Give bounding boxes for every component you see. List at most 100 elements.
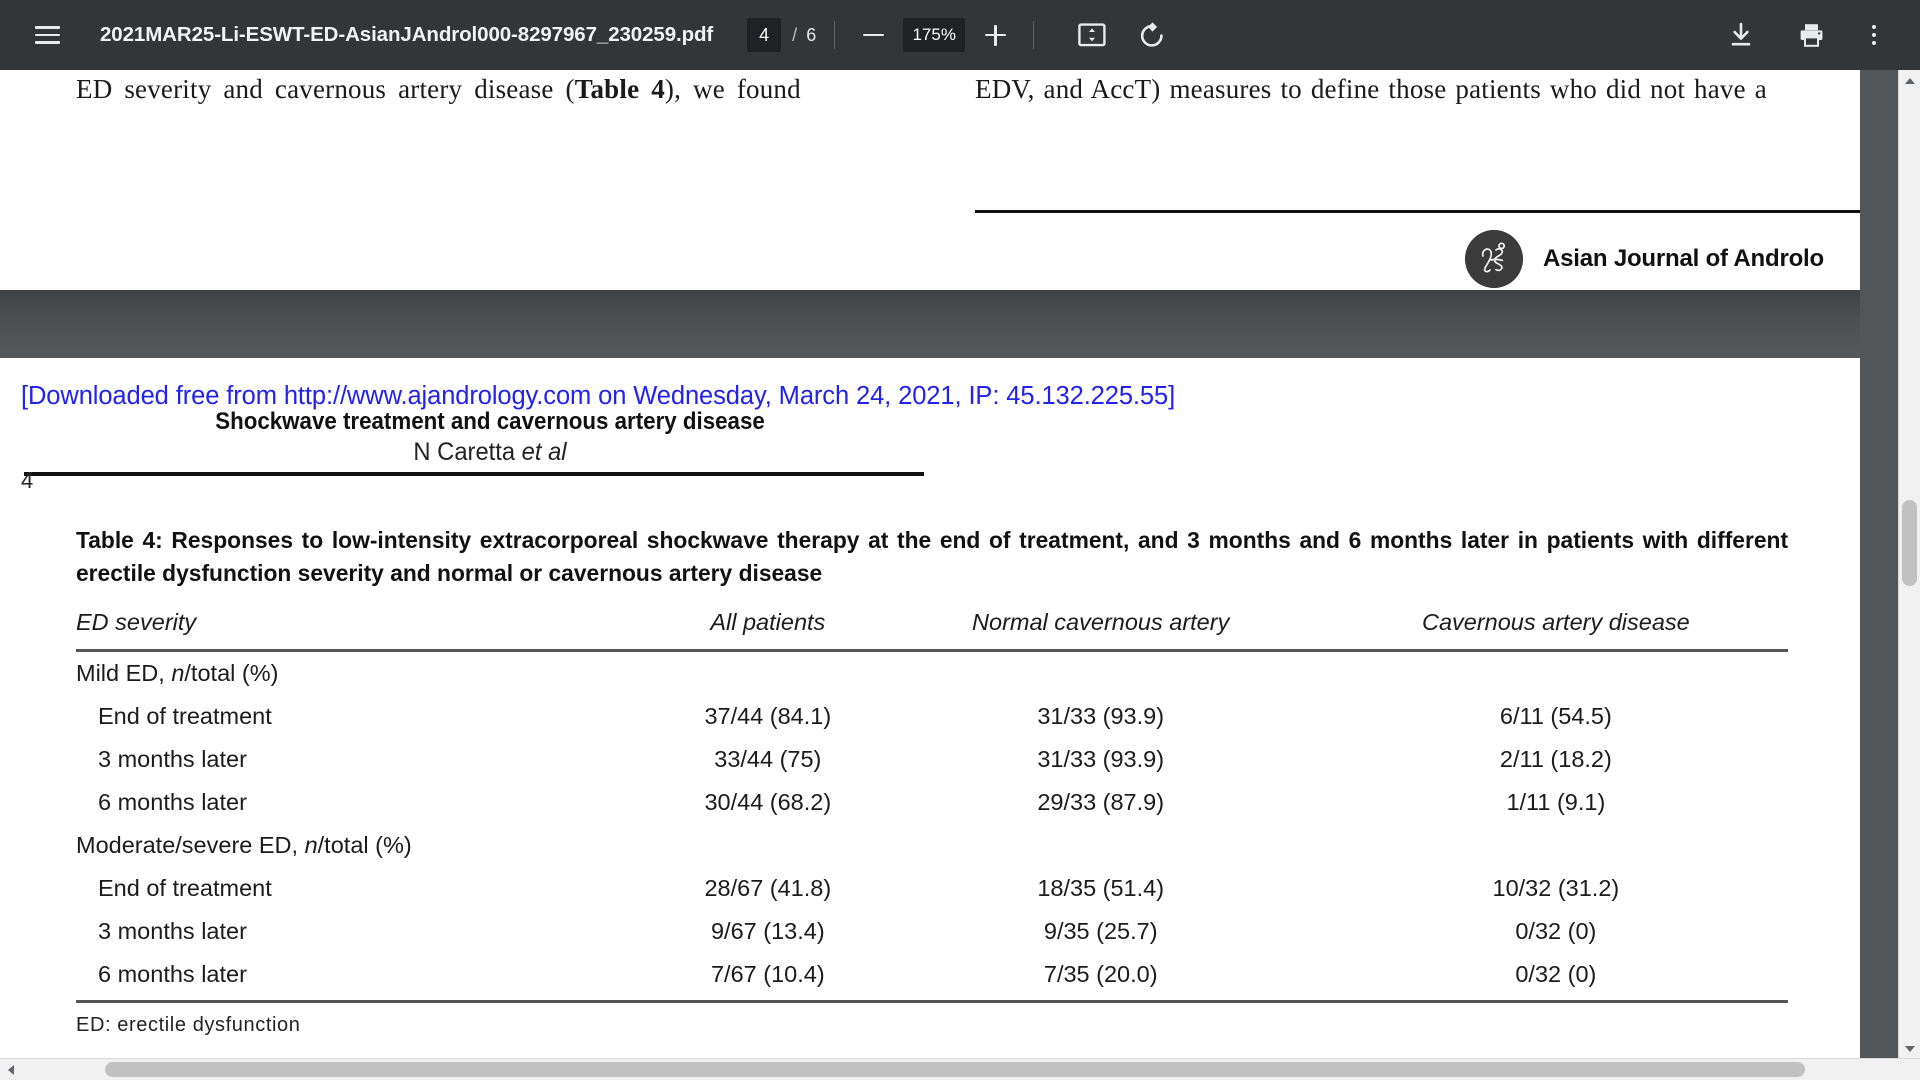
table-cell-value: 31/33 (93.9) xyxy=(878,695,1324,738)
document-title: 2021MAR25-Li-ESWT-ED-AsianJAndrol000-829… xyxy=(100,23,713,47)
pdf-page-3: ED severity and cavernous artery disease… xyxy=(0,70,1860,290)
row-label: Mild ED, n/total (%) xyxy=(76,651,658,696)
hamburger-bars xyxy=(35,21,60,49)
running-head-rule xyxy=(24,472,924,476)
page-number-input[interactable] xyxy=(747,18,781,52)
table-cell-value xyxy=(1324,651,1788,696)
scroll-down-arrow-icon[interactable] xyxy=(1899,1038,1920,1060)
table-cell-value: 9/67 (13.4) xyxy=(658,910,878,953)
download-icon xyxy=(1728,22,1754,48)
table-block: Table 4: Responses to low-intensity extr… xyxy=(76,524,1788,1037)
table-row: 3 months later9/67 (13.4)9/35 (25.7)0/32… xyxy=(76,910,1788,953)
zoom-controls xyxy=(853,15,1015,55)
row-label: 3 months later xyxy=(76,738,658,781)
pdf-viewer-toolbar: 2021MAR25-Li-ESWT-ED-AsianJAndrol000-829… xyxy=(0,0,1920,70)
print-icon xyxy=(1798,22,1825,48)
table-row: 6 months later7/67 (10.4)7/35 (20.0)0/32… xyxy=(76,953,1788,1002)
table-cell-value: 2/11 (18.2) xyxy=(1324,738,1788,781)
column-header-all-patients: All patients xyxy=(658,604,878,651)
table-cell-value: 10/32 (31.2) xyxy=(1324,867,1788,910)
results-table: ED severity All patients Normal cavernou… xyxy=(76,604,1788,1003)
table-header-row: ED severity All patients Normal cavernou… xyxy=(76,604,1788,651)
table-caption: Table 4: Responses to low-intensity extr… xyxy=(76,524,1788,590)
table-row: Mild ED, n/total (%) xyxy=(76,651,1788,696)
table-cell-value: 1/11 (9.1) xyxy=(1324,781,1788,824)
table-cell-value: 7/35 (20.0) xyxy=(878,953,1324,1002)
zoom-in-button[interactable] xyxy=(975,15,1015,55)
table-cell-value: 31/33 (93.9) xyxy=(878,738,1324,781)
zoom-out-button[interactable] xyxy=(853,15,893,55)
body-text-left-column: ED severity and cavernous artery disease… xyxy=(76,74,936,105)
toolbar-right-actions xyxy=(1718,12,1894,58)
row-label: End of treatment xyxy=(76,695,658,738)
table-cell-value: 7/67 (10.4) xyxy=(658,953,878,1002)
table-cell-value: 30/44 (68.2) xyxy=(658,781,878,824)
table-cell-value: 33/44 (75) xyxy=(658,738,878,781)
plus-icon xyxy=(985,25,1006,46)
table-cell-value: 37/44 (84.1) xyxy=(658,695,878,738)
column-header-cavernous-artery-disease: Cavernous artery disease xyxy=(1324,604,1788,651)
table-cell-value xyxy=(658,824,878,867)
horizontal-scrollbar[interactable] xyxy=(0,1058,1920,1080)
table-body: Mild ED, n/total (%)End of treatment37/4… xyxy=(76,651,1788,1002)
table-cell-value: 9/35 (25.7) xyxy=(878,910,1324,953)
author-name: N Caretta xyxy=(413,438,521,466)
hamburger-menu-icon[interactable] xyxy=(24,12,70,58)
horizontal-scroll-thumb[interactable] xyxy=(105,1062,1805,1077)
rotate-counterclockwise-icon xyxy=(1138,21,1166,49)
table-row: Moderate/severe ED, n/total (%) xyxy=(76,824,1788,867)
toolbar-divider-2 xyxy=(1033,21,1034,49)
vertical-scroll-thumb[interactable] xyxy=(1902,500,1917,586)
table-header: ED severity All patients Normal cavernou… xyxy=(76,604,1788,651)
column-header-ed-severity: ED severity xyxy=(76,604,658,651)
table-cell-value: 0/32 (0) xyxy=(1324,910,1788,953)
table-cell-value xyxy=(658,651,878,696)
table-row: 3 months later33/44 (75)31/33 (93.9)2/11… xyxy=(76,738,1788,781)
table-cell-value: 0/32 (0) xyxy=(1324,953,1788,1002)
fit-to-page-button[interactable] xyxy=(1070,13,1114,57)
italic-n: n xyxy=(305,832,318,858)
download-button[interactable] xyxy=(1718,12,1764,58)
table-cell-value: 18/35 (51.4) xyxy=(878,867,1324,910)
kebab-menu-icon xyxy=(1872,21,1877,48)
author-etal: et al xyxy=(522,438,567,466)
toolbar-divider-1 xyxy=(834,21,835,49)
row-label: Moderate/severe ED, n/total (%) xyxy=(76,824,658,867)
rotate-button[interactable] xyxy=(1130,13,1174,57)
body-text-right-column: EDV, and AccT) measures to define those … xyxy=(975,74,1855,105)
print-button[interactable] xyxy=(1788,12,1834,58)
table-row: 6 months later30/44 (68.2)29/33 (87.9)1/… xyxy=(76,781,1788,824)
italic-n: n xyxy=(171,660,184,686)
pdf-scroll-area[interactable]: ED severity and cavernous artery disease… xyxy=(0,70,1920,1080)
table-cell-value xyxy=(878,651,1324,696)
table-cell-value xyxy=(878,824,1324,867)
running-head-authors: N Caretta et al xyxy=(55,438,925,467)
vertical-scrollbar[interactable] xyxy=(1898,70,1920,1060)
more-options-button[interactable] xyxy=(1854,12,1894,58)
row-label: 3 months later xyxy=(76,910,658,953)
running-head-title: Shockwave treatment and cavernous artery… xyxy=(64,408,916,436)
table-footnote: ED: erectile dysfunction xyxy=(76,1014,1788,1037)
scroll-up-arrow-icon[interactable] xyxy=(1899,70,1920,92)
scroll-left-arrow-icon[interactable] xyxy=(0,1059,22,1081)
page-separator-gap xyxy=(0,290,1860,358)
page-indicator: / 6 xyxy=(747,18,816,52)
table-cell-value: 28/67 (41.8) xyxy=(658,867,878,910)
column-header-normal-cavernous-artery: Normal cavernous artery xyxy=(878,604,1324,651)
zoom-level-input[interactable] xyxy=(903,18,965,52)
table-cell-value xyxy=(1324,824,1788,867)
page-separator: / xyxy=(792,25,797,46)
table-row: End of treatment28/67 (41.8)18/35 (51.4)… xyxy=(76,867,1788,910)
journal-brand: Asian Journal of Androlo xyxy=(1465,230,1824,288)
journal-name: Asian Journal of Androlo xyxy=(1543,245,1824,273)
page-folio-number: 4 xyxy=(21,468,33,494)
row-label: 6 months later xyxy=(76,781,658,824)
row-label: 6 months later xyxy=(76,953,658,1002)
journal-monogram-logo xyxy=(1465,230,1523,288)
fit-to-page-icon xyxy=(1078,22,1106,48)
table-row: End of treatment37/44 (84.1)31/33 (93.9)… xyxy=(76,695,1788,738)
page-count: 6 xyxy=(806,25,816,46)
download-notice: [Downloaded free from http://www.ajandro… xyxy=(21,382,1175,411)
row-label: End of treatment xyxy=(76,867,658,910)
journal-footer-rule xyxy=(975,210,1860,213)
